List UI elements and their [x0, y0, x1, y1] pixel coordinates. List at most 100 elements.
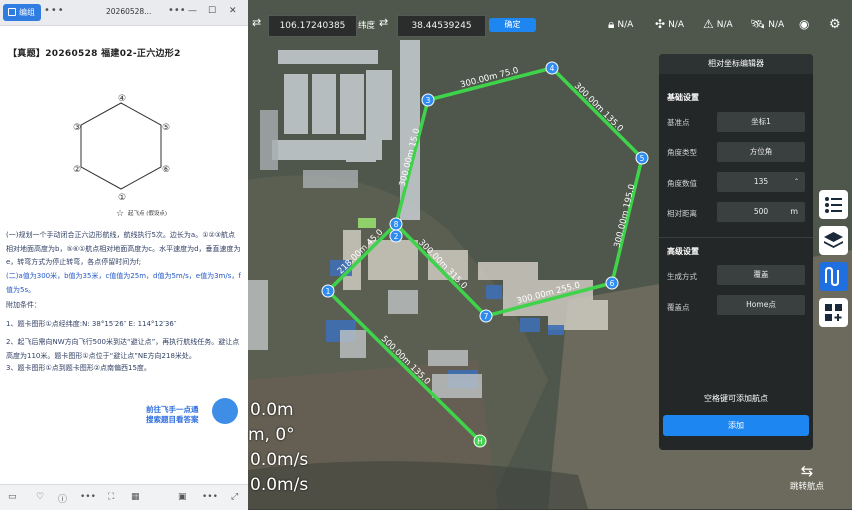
waypoint-label: 7 — [484, 312, 489, 321]
generation-mode-select[interactable]: 覆盖 — [717, 265, 805, 285]
waypoint-label: 2 — [394, 232, 399, 241]
satellite-icon: 🛰︎ — [750, 17, 766, 31]
hud-v-speed: 0.0m/s — [250, 475, 309, 495]
reference-point-label: 基准点 — [667, 118, 690, 127]
editor-title: 相对坐标编辑器 — [659, 54, 813, 74]
route-curve-icon — [825, 266, 839, 287]
waypoint-label: 6 — [610, 279, 615, 288]
document-title-tab: 20260528... — [106, 7, 152, 16]
angle-type-label: 角度类型 — [667, 148, 697, 157]
task-paragraph-3: 附加条件： — [6, 301, 41, 309]
angle-type-select[interactable]: 方位角 — [717, 142, 805, 162]
jump-waypoint-button[interactable]: ⇆ 跳转航点 — [788, 462, 826, 492]
promo-banner[interactable]: 前往飞手一点通 搜索题目看答案 — [140, 396, 240, 436]
lock-icon: 🔒︎ — [608, 17, 615, 31]
hex-label-6: ⑥ — [162, 165, 170, 175]
waypoint-label: 3 — [426, 96, 431, 105]
reference-point-select[interactable]: 坐标1 — [717, 112, 805, 132]
promo-text-2: 搜索题目看答案 — [146, 415, 199, 424]
relative-distance-label: 相对距离 — [667, 209, 697, 218]
basic-settings-heading: 基础设置 — [667, 93, 699, 102]
waypoint-label: 8 — [394, 220, 399, 229]
task-paragraph-4: 1、题卡图形①点经纬度:N: 38°15′26″ E: 114°12′36″ — [6, 320, 177, 328]
drone-status: ✣ N/A — [655, 17, 684, 31]
list-icon — [825, 197, 842, 213]
info-icon[interactable]: ⓘ — [58, 492, 67, 505]
lock-status: 🔒︎ N/A — [608, 17, 634, 31]
start-point-label: 起飞点 (假设点) — [128, 209, 167, 217]
relative-coordinate-editor: 相对坐标编辑器 基础设置 基准点 坐标1 角度类型 方位角 角度数值 135 ⌃ … — [659, 54, 813, 450]
hex-label-1: ① — [118, 193, 126, 203]
crop-icon[interactable]: ⛶ — [108, 492, 114, 502]
expand-icon[interactable]: ⤢ — [231, 492, 238, 502]
overlay-point-label: 覆盖点 — [667, 303, 690, 312]
hex-label-3: ③ — [73, 123, 81, 133]
edit-button[interactable]: 编组 — [3, 4, 41, 21]
divider — [659, 237, 813, 238]
menu-dots-button[interactable]: ••• — [44, 5, 65, 16]
longitude-input[interactable]: 106.17240385 — [268, 15, 357, 37]
hex-label-5: ⑤ — [162, 123, 170, 133]
screen-icon[interactable]: ▭ — [8, 492, 17, 502]
hex-label-2: ② — [73, 165, 81, 175]
more-button[interactable]: ••• — [168, 5, 186, 16]
rtk-status: ⚠︎ N/A — [703, 17, 733, 31]
add-button[interactable]: 添加 — [663, 415, 809, 436]
star-icon: ☆ — [116, 209, 124, 218]
edit-icon — [8, 8, 16, 16]
stepper-icon[interactable]: ⌃ — [794, 172, 799, 192]
swap-latitude-icon[interactable]: ⇄ — [379, 16, 388, 29]
compass-icon[interactable]: ◉ — [799, 17, 809, 31]
hexagon-diagram: ④ ③ ⑤ ② ⑥ ① ☆ 起飞点 (假设点) — [73, 94, 170, 218]
latitude-label: 纬度 — [358, 21, 376, 31]
hud-heading: m, 0° — [248, 425, 295, 445]
generation-mode-label: 生成方式 — [667, 272, 697, 281]
add-module-button[interactable] — [819, 298, 848, 327]
rtk-icon: ⚠︎ — [703, 17, 714, 31]
grid-icon[interactable]: ▦ — [131, 492, 140, 502]
angle-value-label: 角度数值 — [667, 179, 697, 188]
confirm-button[interactable]: 确定 — [489, 18, 536, 32]
document-footer-toolbar: ▭ ♡ ⓘ ••• ⛶ ▦ ▣ ••• ⤢ — [0, 484, 248, 510]
distance-unit: m — [790, 207, 798, 216]
task-paragraph-1: (一)规划一个手动闭合正六边形航线，航线执行5次。边长为a。①②③航点相对地面高… — [6, 231, 241, 266]
doc-title: 【真题】20260528 福建02-正六边形2 — [8, 49, 181, 59]
space-hint: 空格键可添加航点 — [704, 394, 768, 403]
route-mode-button[interactable] — [819, 262, 848, 291]
document-titlebar: 编组 ••• 20260528... ••• — ☐ ✕ — [0, 0, 248, 26]
waypoint-label: H — [477, 437, 483, 446]
hex-label-4: ④ — [118, 94, 126, 104]
document-panel: 编组 ••• 20260528... ••• — ☐ ✕ 【真题】2026052… — [0, 0, 248, 510]
maximize-icon[interactable]: ☐ — [208, 6, 216, 16]
hud-h-speed: 0.0m/s — [250, 450, 309, 470]
overlay-point-select[interactable]: Home点 — [717, 295, 805, 315]
drone-icon: ✣ — [655, 17, 666, 31]
tv-icon[interactable]: ▣ — [178, 492, 187, 502]
more-icon-2[interactable]: ••• — [202, 492, 218, 502]
relative-distance-input[interactable]: 500 m — [717, 202, 805, 222]
layers-button[interactable] — [819, 226, 848, 255]
jump-icon: ⇆ — [800, 462, 814, 480]
angle-value-input[interactable]: 135 ⌃ — [717, 172, 805, 192]
heart-icon[interactable]: ♡ — [36, 492, 44, 502]
advanced-settings-heading: 高级设置 — [667, 247, 699, 256]
waypoint-label: 4 — [550, 64, 555, 73]
waypoint-list-button[interactable] — [819, 190, 848, 219]
waypoint-label: 5 — [640, 154, 645, 163]
satellite-status: 🛰︎ N/A — [750, 17, 785, 31]
hud-distance: 0.0m — [250, 400, 294, 420]
layers-icon — [824, 232, 843, 248]
swap-longitude-icon[interactable]: ⇄ — [252, 16, 261, 29]
task-paragraph-5: 2、起飞后需向NW方向飞行500米到达“避让点”，再执行航线任务。避让点高度为1… — [6, 338, 240, 360]
minimize-icon[interactable]: — — [188, 6, 197, 16]
settings-gear-icon[interactable]: ⚙ — [829, 17, 841, 32]
task-paragraph-6: 3、题卡图形①点到题卡图形②点南偏西15度。 — [6, 364, 151, 372]
more-icon[interactable]: ••• — [80, 492, 96, 502]
coordinate-bar: ⇄ 106.17240385 纬度 ⇄ 38.44539245 确定 🔒︎ N/A… — [248, 13, 852, 37]
waypoint-label: 1 — [326, 287, 331, 296]
task-paragraph-2: (二)a值为300米，b值为35米，c值值为25m，d值为5m/s，e值为3m/… — [6, 272, 241, 294]
close-icon[interactable]: ✕ — [229, 6, 237, 16]
latitude-input[interactable]: 38.44539245 — [397, 15, 486, 37]
qr-code-icon — [212, 398, 238, 424]
grid-plus-icon — [825, 304, 842, 321]
